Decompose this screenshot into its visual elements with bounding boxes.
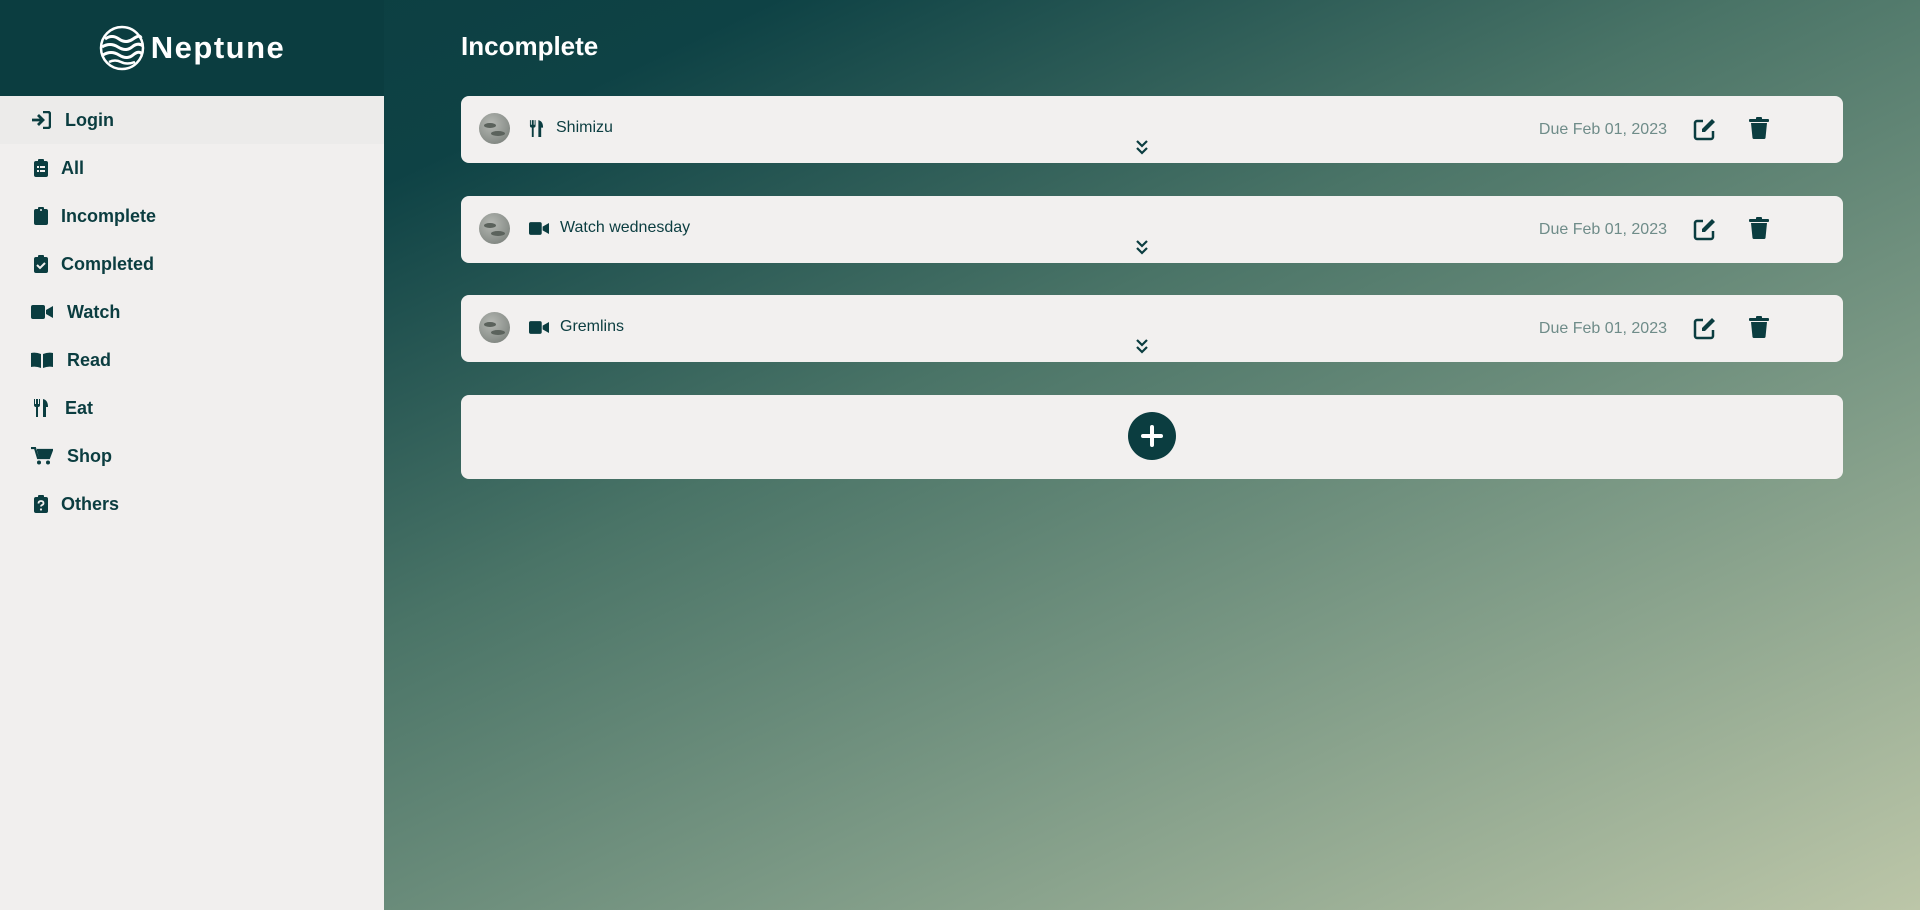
page-title: Incomplete (461, 31, 599, 61)
sidebar-item-completed[interactable]: Completed (0, 240, 384, 288)
clipboard-question-icon (31, 494, 51, 514)
avatar (479, 113, 510, 144)
sidebar-item-label: Incomplete (61, 205, 157, 226)
video-icon (529, 219, 549, 237)
clipboard-check-icon (31, 254, 51, 274)
task-title: Watch wednesday (560, 219, 691, 236)
task-title: Shimizu (556, 119, 613, 136)
avatar (479, 213, 510, 244)
edit-icon[interactable] (1693, 316, 1717, 340)
utensils-icon (31, 398, 51, 418)
shopping-cart-icon (31, 446, 53, 466)
trash-icon[interactable] (1749, 117, 1771, 141)
sidebar-item-label: Login (65, 109, 114, 130)
chevron-double-down-icon[interactable] (1134, 138, 1152, 156)
task-card[interactable]: Watch wednesday Due Feb 01, 2023 (461, 196, 1843, 263)
sidebar-header: Neptune (0, 0, 384, 96)
brand-name: Neptune (150, 30, 286, 65)
video-icon (529, 318, 549, 336)
sidebar-item-read[interactable]: Read (0, 336, 384, 384)
sidebar-item-login[interactable]: Login (0, 96, 384, 144)
task-due-date: Due Feb 01, 2023 (1538, 320, 1667, 337)
chevron-double-down-icon[interactable] (1134, 337, 1152, 355)
sidebar-item-label: All (61, 157, 85, 178)
neptune-planet-logo (99, 25, 144, 71)
sidebar: Login All Incomplete Completed Watch Rea… (0, 96, 384, 910)
add-task-button[interactable] (1128, 412, 1176, 460)
edit-icon[interactable] (1693, 217, 1717, 241)
task-card[interactable]: Gremlins Due Feb 01, 2023 (461, 295, 1843, 362)
clipboard-list-icon (31, 158, 51, 178)
task-card[interactable]: Shimizu Due Feb 01, 2023 (461, 96, 1843, 163)
sidebar-nav: Login All Incomplete Completed Watch Rea… (0, 96, 384, 528)
sidebar-item-label: Shop (67, 445, 112, 466)
task-due-date: Due Feb 01, 2023 (1538, 221, 1667, 238)
avatar (479, 312, 510, 343)
plus-icon (1141, 425, 1163, 447)
task-due-date: Due Feb 01, 2023 (1538, 121, 1667, 138)
sidebar-item-label: Eat (65, 397, 94, 418)
video-icon (31, 302, 53, 322)
sidebar-item-shop[interactable]: Shop (0, 432, 384, 480)
sidebar-item-incomplete[interactable]: Incomplete (0, 192, 384, 240)
sign-in-icon (31, 110, 51, 130)
add-task-card (461, 395, 1843, 479)
sidebar-item-label: Others (61, 493, 120, 514)
book-open-icon (31, 350, 53, 370)
sidebar-item-label: Watch (67, 301, 121, 322)
utensils-icon (529, 119, 549, 137)
trash-icon[interactable] (1749, 217, 1771, 241)
brand-logo[interactable]: Neptune (99, 25, 286, 71)
sidebar-item-watch[interactable]: Watch (0, 288, 384, 336)
sidebar-item-all[interactable]: All (0, 144, 384, 192)
edit-icon[interactable] (1693, 117, 1717, 141)
trash-icon[interactable] (1749, 316, 1771, 340)
sidebar-item-others[interactable]: Others (0, 480, 384, 528)
chevron-double-down-icon[interactable] (1134, 238, 1152, 256)
clipboard-icon (31, 206, 51, 226)
sidebar-item-label: Completed (61, 253, 155, 274)
task-title: Gremlins (560, 318, 625, 335)
sidebar-item-label: Read (67, 349, 112, 370)
sidebar-item-eat[interactable]: Eat (0, 384, 384, 432)
